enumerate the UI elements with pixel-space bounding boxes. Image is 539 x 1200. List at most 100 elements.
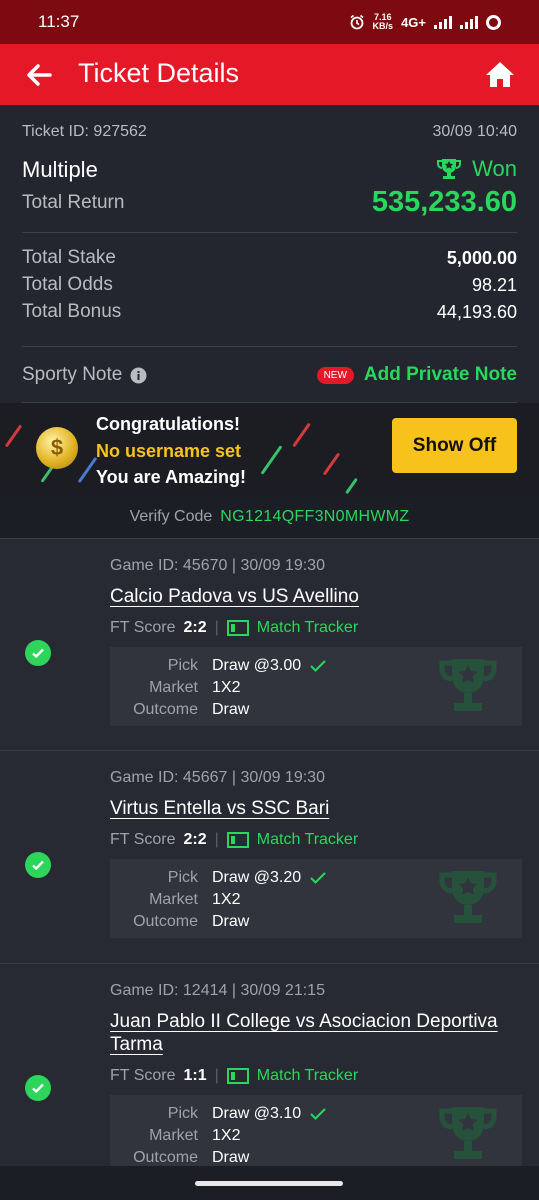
market-value: 1X2 bbox=[212, 679, 241, 696]
outcome-value: Draw bbox=[212, 913, 250, 930]
ft-score-row: FT Score 1:1 | Match Tracker bbox=[110, 1067, 359, 1085]
ticket-id: Ticket ID: 927562 bbox=[22, 123, 147, 140]
market-label: Market bbox=[149, 1127, 198, 1144]
show-off-button[interactable]: Show Off bbox=[392, 418, 517, 473]
outcome-label: Outcome bbox=[133, 913, 198, 930]
back-arrow-icon[interactable] bbox=[22, 58, 56, 92]
home-gesture-bar[interactable] bbox=[195, 1181, 343, 1186]
status-bar: 11:37 7.16 KB/s 4G+ bbox=[0, 0, 539, 44]
pick-value: Draw @3.00 bbox=[212, 657, 327, 675]
new-badge: NEW bbox=[316, 366, 354, 384]
total-return-value: 535,233.60 bbox=[371, 186, 517, 218]
game-info: Game ID: 45667 | 30/09 19:30 bbox=[110, 769, 325, 786]
signal-icon bbox=[434, 15, 452, 29]
total-bonus-label: Total Bonus bbox=[22, 301, 122, 322]
match-tracker-link[interactable]: Match Tracker bbox=[226, 619, 358, 637]
ft-score-row: FT Score 2:2 | Match Tracker bbox=[110, 619, 359, 637]
status-icons: 7.16 KB/s 4G+ bbox=[349, 13, 501, 31]
banner-line-3: You are Amazing! bbox=[96, 467, 247, 487]
trophy-watermark-icon bbox=[439, 659, 497, 711]
pick-details: Pick Draw @3.10 Market 1X2 Outcome Draw bbox=[110, 1095, 522, 1174]
alarm-icon bbox=[350, 14, 364, 30]
match-tracker-icon bbox=[226, 620, 249, 636]
signal-icon-2 bbox=[460, 15, 478, 29]
pick-value: Draw @3.20 bbox=[212, 869, 327, 887]
divider bbox=[22, 346, 517, 347]
market-label: Market bbox=[149, 891, 198, 908]
ft-score-row: FT Score 2:2 | Match Tracker bbox=[110, 831, 359, 849]
bet-type: Multiple bbox=[22, 157, 98, 182]
ft-score: 2:2 bbox=[183, 619, 207, 636]
total-stake-label: Total Stake bbox=[22, 247, 116, 268]
tick-icon bbox=[310, 872, 326, 884]
outcome-label: Outcome bbox=[133, 1149, 198, 1166]
confetti bbox=[260, 445, 283, 475]
total-odds-label: Total Odds bbox=[22, 274, 113, 295]
market-label: Market bbox=[149, 679, 198, 696]
match-tracker-icon bbox=[226, 832, 249, 848]
network-speed: 7.16 KB/s bbox=[372, 12, 394, 31]
total-bonus-value: 44,193.60 bbox=[436, 302, 517, 322]
battery-ring-icon bbox=[486, 14, 501, 30]
total-stake-value: 5,000.00 bbox=[446, 248, 517, 268]
add-private-note-label[interactable]: Add Private Note bbox=[364, 364, 517, 386]
market-value: 1X2 bbox=[212, 891, 241, 908]
confetti bbox=[4, 424, 23, 448]
check-icon bbox=[25, 640, 51, 666]
add-private-note[interactable]: NEW Add Private Note bbox=[316, 364, 517, 386]
page-title: Ticket Details bbox=[78, 58, 240, 88]
show-off-banner: $ Congratulations! No username set You a… bbox=[0, 403, 539, 495]
bet-selection: Game ID: 12414 | 30/09 21:15 Juan Pablo … bbox=[0, 963, 539, 1200]
app-header: Ticket Details bbox=[0, 44, 539, 105]
banner-line-1: Congratulations! bbox=[96, 414, 240, 434]
trophy-watermark-icon bbox=[439, 1107, 497, 1159]
pick-label: Pick bbox=[167, 1105, 198, 1122]
outcome-label: Outcome bbox=[133, 701, 198, 718]
banner-line-2: No username set bbox=[96, 441, 242, 461]
total-return-label: Total Return bbox=[22, 192, 125, 213]
bet-selection: Game ID: 45670 | 30/09 19:30 Calcio Pado… bbox=[0, 538, 539, 750]
ft-score: 1:1 bbox=[183, 1067, 207, 1084]
verify-code-row: Verify Code NG1214QFF3N0MHWMZ bbox=[0, 495, 539, 538]
ticket-datetime: 30/09 10:40 bbox=[432, 123, 517, 140]
confetti bbox=[292, 422, 311, 448]
coin-icon: $ bbox=[36, 427, 78, 469]
game-info: Game ID: 45670 | 30/09 19:30 bbox=[110, 557, 325, 574]
outcome-value: Draw bbox=[212, 1149, 250, 1166]
bet-selection: Game ID: 45667 | 30/09 19:30 Virtus Ente… bbox=[0, 750, 539, 963]
outcome-value: Draw bbox=[212, 701, 250, 718]
match-link[interactable]: Calcio Padova vs US Avellino bbox=[110, 585, 520, 608]
pick-details: Pick Draw @3.20 Market 1X2 Outcome Draw bbox=[110, 859, 522, 938]
match-tracker-link[interactable]: Match Tracker bbox=[226, 831, 358, 849]
home-icon[interactable] bbox=[483, 58, 517, 92]
sporty-note: Sporty Note bbox=[22, 364, 147, 386]
pick-label: Pick bbox=[167, 869, 198, 886]
confetti bbox=[345, 477, 358, 495]
tick-icon bbox=[310, 660, 326, 672]
confetti bbox=[322, 452, 341, 476]
total-odds-value: 98.21 bbox=[471, 275, 517, 295]
pick-value: Draw @3.10 bbox=[212, 1105, 327, 1123]
pick-details: Pick Draw @3.00 Market 1X2 Outcome Draw bbox=[110, 647, 522, 726]
trophy-icon bbox=[437, 159, 462, 179]
tick-icon bbox=[310, 1108, 326, 1120]
status-time: 11:37 bbox=[38, 12, 80, 31]
verify-code-label: Verify Code bbox=[129, 507, 213, 525]
game-info: Game ID: 12414 | 30/09 21:15 bbox=[110, 982, 325, 999]
status-won: Won bbox=[436, 156, 517, 182]
match-tracker-link[interactable]: Match Tracker bbox=[226, 1067, 358, 1085]
info-icon[interactable] bbox=[130, 367, 147, 384]
network-type: 4G+ bbox=[401, 14, 426, 30]
check-icon bbox=[25, 852, 51, 878]
market-value: 1X2 bbox=[212, 1127, 241, 1144]
ft-score: 2:2 bbox=[183, 831, 207, 848]
check-icon bbox=[25, 1075, 51, 1101]
verify-code-value[interactable]: NG1214QFF3N0MHWMZ bbox=[220, 508, 409, 526]
match-link[interactable]: Juan Pablo II College vs Asociacion Depo… bbox=[110, 1010, 520, 1056]
pick-label: Pick bbox=[167, 657, 198, 674]
divider bbox=[22, 232, 517, 233]
trophy-watermark-icon bbox=[439, 871, 497, 923]
confetti bbox=[77, 456, 98, 484]
match-tracker-icon bbox=[226, 1068, 249, 1084]
match-link[interactable]: Virtus Entella vs SSC Bari bbox=[110, 797, 520, 820]
